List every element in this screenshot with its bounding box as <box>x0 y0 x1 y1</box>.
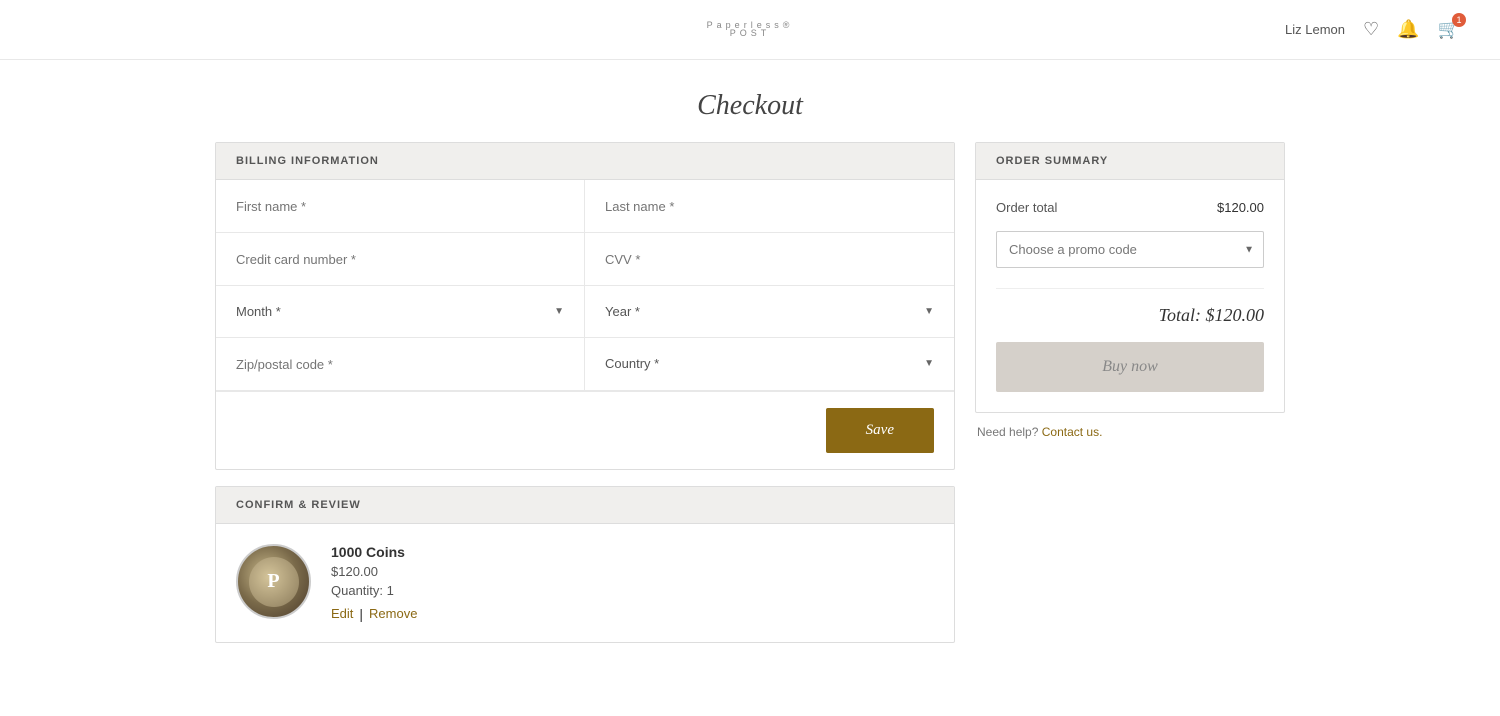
save-row: Save <box>216 391 954 469</box>
buy-now-button[interactable]: Buy now <box>996 342 1264 392</box>
promo-wrapper: Choose a promo code ▼ <box>996 231 1264 268</box>
order-divider <box>996 288 1264 289</box>
first-name-cell <box>216 180 585 233</box>
product-icon: P <box>267 570 279 593</box>
country-wrapper: Country * United StatesUnited Kingdom Ca… <box>605 356 934 371</box>
billing-header: BILLING INFORMATION <box>216 143 954 180</box>
edit-link[interactable]: Edit <box>331 606 353 622</box>
favorites-icon[interactable]: ♡ <box>1363 19 1379 40</box>
notifications-icon[interactable]: 🔔 <box>1397 19 1419 40</box>
year-wrapper: Year * 202420252026 202720282029 2030 ▼ <box>605 304 934 319</box>
confirm-header: CONFIRM & REVIEW <box>216 487 954 524</box>
credit-card-cell <box>216 233 585 286</box>
site-header: Paperless® POST Liz Lemon ♡ 🔔 🛒 1 <box>0 0 1500 60</box>
last-name-cell <box>585 180 954 233</box>
product-thumbnail: P <box>236 544 311 619</box>
month-cell: Month * JanuaryFebruaryMarch AprilMayJun… <box>216 286 585 338</box>
order-summary-card: ORDER SUMMARY Order total $120.00 Choose… <box>975 142 1285 413</box>
billing-form: Month * JanuaryFebruaryMarch AprilMayJun… <box>216 180 954 391</box>
cart-icon[interactable]: 🛒 1 <box>1438 19 1460 40</box>
month-select[interactable]: Month * JanuaryFebruaryMarch AprilMayJun… <box>236 304 564 319</box>
contact-link[interactable]: Contact us. <box>1042 425 1103 439</box>
cvv-cell <box>585 233 954 286</box>
cart-badge: 1 <box>1452 13 1466 27</box>
product-thumbnail-inner: P <box>249 557 299 607</box>
action-separator: | <box>359 606 363 622</box>
first-name-input[interactable] <box>236 199 564 214</box>
remove-link[interactable]: Remove <box>369 606 417 622</box>
site-logo: Paperless® POST <box>707 22 794 38</box>
order-total-value: $120.00 <box>1217 200 1264 215</box>
header-right: Liz Lemon ♡ 🔔 🛒 1 <box>1285 19 1460 40</box>
product-quantity: Quantity: 1 <box>331 583 417 598</box>
order-body: Order total $120.00 Choose a promo code … <box>976 180 1284 412</box>
order-total-row: Order total $120.00 <box>996 200 1264 215</box>
product-actions: Edit | Remove <box>331 606 417 622</box>
zip-input[interactable] <box>236 357 564 372</box>
order-summary-header: ORDER SUMMARY <box>976 143 1284 180</box>
page-title: Checkout <box>0 60 1500 142</box>
confirm-card: CONFIRM & REVIEW P 1000 Coins $120.00 Qu… <box>215 486 955 643</box>
product-price: $120.00 <box>331 564 417 579</box>
main-content: BILLING INFORMATION <box>100 142 1400 659</box>
confirm-body: P 1000 Coins $120.00 Quantity: 1 Edit | … <box>216 524 954 642</box>
month-wrapper: Month * JanuaryFebruaryMarch AprilMayJun… <box>236 304 564 319</box>
zip-cell <box>216 338 585 391</box>
order-total-label: Order total <box>996 200 1057 215</box>
product-name: 1000 Coins <box>331 544 417 560</box>
username-label: Liz Lemon <box>1285 22 1345 37</box>
promo-select[interactable]: Choose a promo code <box>996 231 1264 268</box>
last-name-input[interactable] <box>605 199 934 214</box>
order-summary-section: ORDER SUMMARY Order total $120.00 Choose… <box>975 142 1285 659</box>
billing-section: BILLING INFORMATION <box>215 142 955 659</box>
year-cell: Year * 202420252026 202720282029 2030 ▼ <box>585 286 954 338</box>
year-select[interactable]: Year * 202420252026 202720282029 2030 <box>605 304 934 319</box>
need-help-text: Need help? <box>977 425 1038 439</box>
country-cell: Country * United StatesUnited Kingdom Ca… <box>585 338 954 391</box>
country-select[interactable]: Country * United StatesUnited Kingdom Ca… <box>605 356 934 371</box>
billing-card: BILLING INFORMATION <box>215 142 955 470</box>
save-button[interactable]: Save <box>826 408 934 453</box>
order-total-display: Total: $120.00 <box>996 305 1264 326</box>
cvv-input[interactable] <box>605 252 934 267</box>
credit-card-input[interactable] <box>236 252 564 267</box>
product-info: 1000 Coins $120.00 Quantity: 1 Edit | Re… <box>331 544 417 622</box>
need-help: Need help? Contact us. <box>975 425 1285 439</box>
